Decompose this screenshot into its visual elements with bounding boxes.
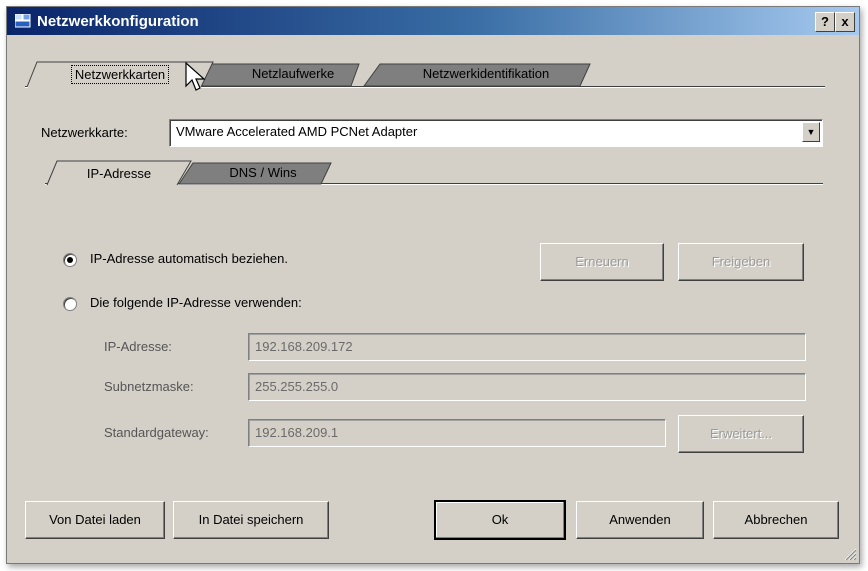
adapter-label: Netzwerkkarte: [41, 125, 128, 140]
gateway-field[interactable]: 192.168.209.1 [248, 419, 666, 447]
subnet-value: 255.255.255.0 [255, 379, 339, 394]
close-button[interactable]: x [835, 12, 855, 32]
load-from-file-button[interactable]: Von Datei laden [25, 501, 165, 539]
apply-button[interactable]: Anwenden [576, 501, 704, 539]
network-icon [15, 14, 31, 28]
tab-netzwerkidentifikation[interactable]: Netzwerkidentifikation [362, 62, 594, 87]
renew-button[interactable]: Erneuern [540, 243, 664, 281]
adapter-select[interactable]: VMware Accelerated AMD PCNet Adapter ▼ [169, 119, 823, 147]
save-to-file-button[interactable]: In Datei speichern [173, 501, 329, 539]
ip-address-label: IP-Adresse: [104, 339, 172, 354]
subnet-field[interactable]: 255.255.255.0 [248, 373, 806, 401]
auto-ip-label: IP-Adresse automatisch beziehen. [90, 251, 288, 266]
tab-label: Netzwerkidentifikation [422, 66, 550, 81]
ip-address-field[interactable]: 192.168.209.172 [248, 333, 806, 361]
tab-label: Netzwerkkarten [70, 65, 170, 84]
adapter-value: VMware Accelerated AMD PCNet Adapter [176, 124, 418, 139]
resize-grip-icon[interactable] [843, 547, 857, 561]
tab-label: Netzlaufwerke [251, 66, 335, 81]
tab-label: DNS / Wins [229, 165, 297, 180]
mouse-cursor-icon [185, 62, 206, 91]
ok-button[interactable]: Ok [434, 500, 566, 540]
chevron-down-icon[interactable]: ▼ [802, 122, 820, 142]
subnet-label: Subnetzmaske: [104, 379, 194, 394]
auto-ip-radio[interactable] [63, 253, 77, 267]
ip-address-value: 192.168.209.172 [255, 339, 353, 354]
dialog-window: Netzwerkkonfiguration ? x Netzlaufwerke … [6, 6, 860, 564]
tab-label: IP-Adresse [86, 166, 152, 181]
cancel-button[interactable]: Abbrechen [713, 501, 839, 539]
advanced-button[interactable]: Erweitert... [678, 415, 804, 453]
tab-dns-wins[interactable]: DNS / Wins [177, 161, 337, 185]
title-bar[interactable]: Netzwerkkonfiguration ? x [7, 7, 859, 35]
manual-ip-radio[interactable] [63, 297, 77, 311]
gateway-value: 192.168.209.1 [255, 425, 339, 440]
tab-ip-adresse[interactable]: IP-Adresse [45, 159, 193, 186]
help-button[interactable]: ? [815, 12, 835, 32]
gateway-label: Standardgateway: [104, 425, 209, 440]
release-button[interactable]: Freigeben [678, 243, 804, 281]
manual-ip-label: Die folgende IP-Adresse verwenden: [90, 295, 302, 310]
window-title: Netzwerkkonfiguration [37, 13, 199, 30]
radio-dot [67, 257, 73, 263]
